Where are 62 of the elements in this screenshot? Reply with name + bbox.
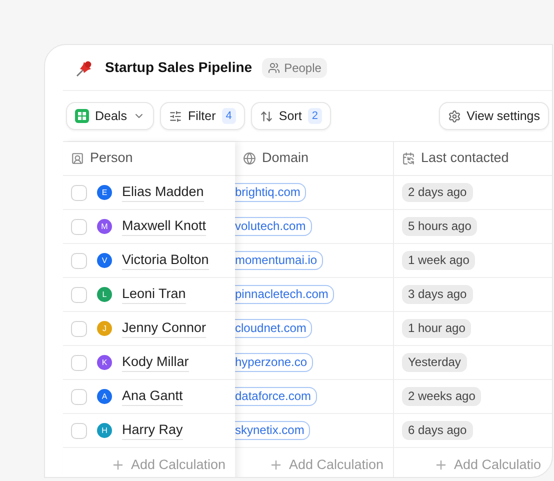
column-header[interactable]: Person [90, 148, 133, 169]
person-name[interactable]: Harry Ray [122, 421, 183, 440]
person-column-icon [71, 152, 84, 165]
avatar: H [97, 423, 112, 438]
grid-icon [75, 109, 89, 123]
settings-icon [448, 110, 461, 122]
domain-link[interactable]: hyperzone.co [235, 353, 314, 372]
filter-count: 4 [222, 108, 236, 124]
domain-link[interactable]: cloudnet.com [235, 319, 312, 338]
domain-link[interactable]: dataforce.com [235, 387, 318, 406]
domain-link[interactable]: skynetix.com [235, 421, 310, 440]
person-name[interactable]: Ana Gantt [122, 387, 183, 406]
row-checkbox[interactable] [71, 388, 87, 404]
domain-link[interactable]: momentumai.io [235, 251, 324, 270]
date-tag: 2 weeks ago [402, 387, 482, 406]
date-tag: 2 days ago [402, 183, 473, 202]
avatar: L [97, 287, 112, 302]
date-column-icon [402, 152, 415, 165]
page-title: Startup Sales Pipeline [105, 58, 252, 77]
avatar: E [97, 185, 112, 200]
plus-icon [111, 458, 125, 472]
domain-link[interactable]: volutech.com [235, 217, 312, 236]
people-icon [268, 62, 280, 74]
domain-link[interactable]: pinnacletech.com [235, 285, 334, 304]
avatar: K [97, 355, 112, 370]
filter-icon [168, 110, 182, 122]
row-checkbox[interactable] [71, 422, 87, 438]
column-header[interactable]: Last contacted [421, 148, 509, 169]
person-name[interactable]: Kody Millar [122, 353, 189, 372]
row-checkbox[interactable] [71, 218, 87, 234]
row-checkbox[interactable] [71, 354, 87, 370]
row-checkbox[interactable] [71, 184, 87, 200]
date-tag: 3 days ago [402, 285, 473, 304]
person-name[interactable]: Jenny Connor [122, 319, 206, 338]
domain-column-icon [243, 152, 256, 165]
domain-link[interactable]: brightiq.com [235, 183, 306, 202]
sort-button[interactable]: Sort 2 [250, 102, 331, 130]
person-name[interactable]: Elias Madden [122, 183, 204, 202]
plus-icon [269, 458, 283, 472]
row-checkbox[interactable] [71, 320, 87, 336]
avatar: V [97, 253, 112, 268]
view-dropdown[interactable]: Deals [66, 102, 154, 130]
avatar: A [97, 389, 112, 404]
sort-count: 2 [308, 108, 322, 124]
person-name[interactable]: Maxwell Knott [122, 217, 206, 236]
plus-icon [434, 458, 448, 472]
view-settings-button[interactable]: View settings [438, 102, 549, 130]
date-tag: 5 hours ago [402, 217, 478, 236]
column-header[interactable]: Domain [262, 148, 309, 169]
sort-icon [260, 110, 273, 122]
date-tag: 1 hour ago [402, 319, 472, 338]
filter-button[interactable]: Filter 4 [160, 102, 245, 130]
row-checkbox[interactable] [71, 286, 87, 302]
person-name[interactable]: Victoria Bolton [122, 251, 209, 270]
avatar: J [97, 321, 112, 336]
date-tag: 1 week ago [402, 251, 476, 270]
people-tag[interactable]: People [262, 58, 328, 78]
date-tag: 6 days ago [402, 421, 473, 440]
row-checkbox[interactable] [71, 252, 87, 268]
person-name[interactable]: Leoni Tran [122, 285, 186, 304]
avatar: M [97, 219, 112, 234]
date-tag: Yesterday [402, 353, 467, 372]
